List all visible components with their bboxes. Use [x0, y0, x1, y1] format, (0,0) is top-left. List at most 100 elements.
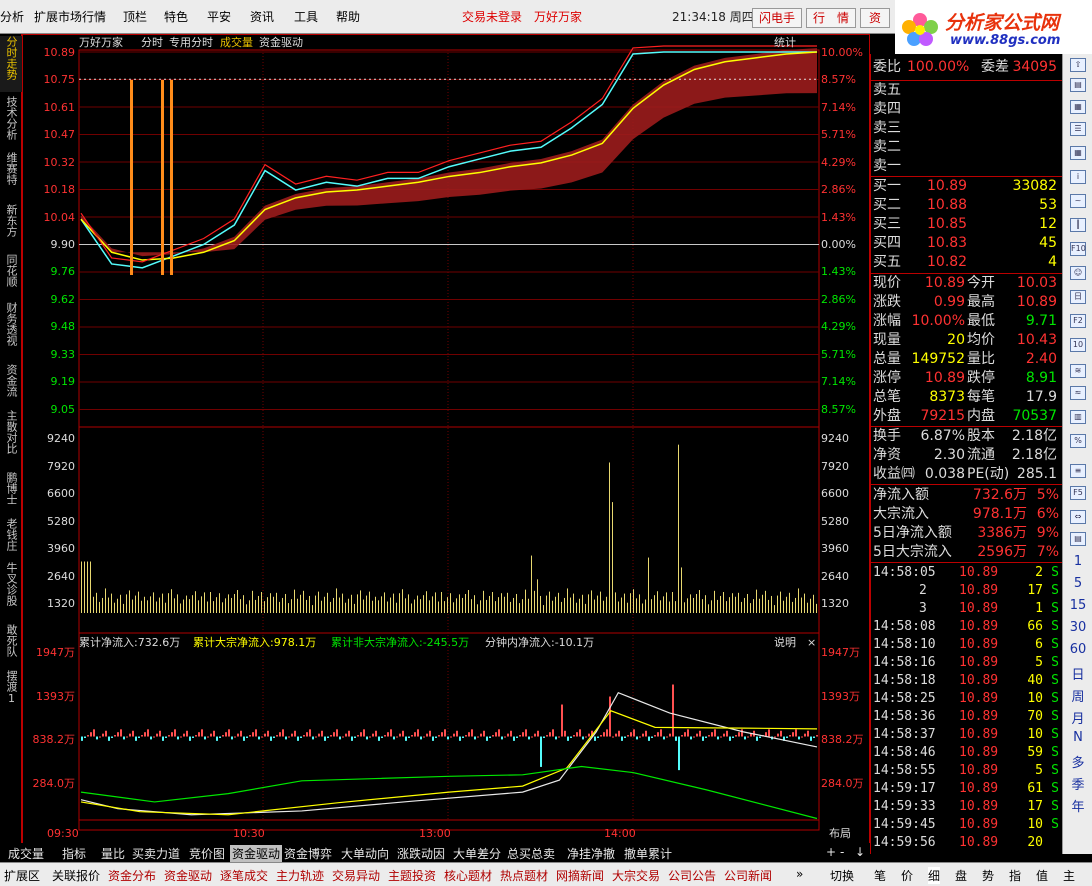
status-tab[interactable]: 扩展区	[4, 867, 40, 884]
flow-note-button[interactable]: 说明	[774, 635, 796, 649]
tab-niucha[interactable]: 牛叉诊股	[0, 562, 22, 618]
bid-row[interactable]: 买一 10.89 33082	[871, 177, 1063, 196]
tab-gansidui[interactable]: 敢死队	[0, 624, 22, 664]
tab-xindongfang[interactable]: 新东方	[0, 204, 22, 244]
status-tab[interactable]: 网摘新闻	[556, 867, 604, 884]
tab-technical[interactable]: 技术分析	[0, 96, 22, 146]
chart-area[interactable]: 万好万家 分时 专用分时 成交量 资金驱动 统计 累计净流入:732.6万 累计…	[22, 34, 870, 854]
chart-icon[interactable]: ▦	[1070, 100, 1086, 114]
indicator-tab[interactable]: 总买总卖	[507, 845, 555, 862]
trade-row[interactable]: 14:59:17 10.89 61 S	[871, 780, 1063, 798]
indicator-tab[interactable]: 净挂净撤	[567, 845, 615, 862]
status-tab[interactable]: 资金分布	[108, 867, 156, 884]
trade-row[interactable]: 3 10.89 1 S	[871, 600, 1063, 618]
menu-features[interactable]: 特色	[164, 8, 188, 25]
f2-icon[interactable]: F2	[1070, 314, 1086, 328]
tab-weisaite[interactable]: 维赛特	[0, 152, 22, 192]
tab-fundflow[interactable]: 资金流	[0, 364, 22, 404]
indicator-tab[interactable]: 指标	[62, 845, 86, 862]
ask-5[interactable]: 卖五	[871, 81, 1063, 100]
candle-icon[interactable]: ┃	[1070, 218, 1086, 232]
trade-row[interactable]: 14:58:46 10.89 59 S	[871, 744, 1063, 762]
side-tab[interactable]: 主	[1063, 867, 1075, 884]
tab-tonghuashun[interactable]: 同花顺	[0, 254, 22, 294]
indicator-tab[interactable]: 撤单累计	[624, 845, 672, 862]
nav-down-icon[interactable]: ↓	[855, 845, 865, 859]
bar-icon[interactable]: ▥	[1070, 410, 1086, 424]
nav-minus-icon[interactable]: -	[840, 845, 844, 859]
trade-row[interactable]: 14:58:18 10.89 40 S	[871, 672, 1063, 690]
list2-icon[interactable]: ≡	[1070, 464, 1086, 478]
ask-2[interactable]: 卖二	[871, 138, 1063, 157]
menu-help[interactable]: 帮助	[336, 8, 360, 25]
tab-intraday[interactable]: 分时走势	[0, 36, 22, 92]
percent-icon[interactable]: %	[1070, 434, 1086, 448]
status-tab[interactable]: 主力轨迹	[276, 867, 324, 884]
menu-extended-market[interactable]: 扩展市场行情	[34, 8, 106, 25]
indicator-tab[interactable]: 大单差分	[453, 845, 501, 862]
indicator-tab[interactable]: 资金驱动	[230, 845, 283, 862]
tab-baidu[interactable]: 摆渡1	[0, 670, 22, 718]
trade-row[interactable]: 2 10.89 17 S	[871, 582, 1063, 600]
page-icon[interactable]: ▤	[1070, 78, 1086, 92]
period-多[interactable]: 多	[1063, 752, 1092, 771]
menu-analysis[interactable]: 分析	[0, 8, 24, 25]
expand-icon[interactable]: ⇔	[1070, 510, 1086, 524]
info-button[interactable]: 资	[860, 8, 890, 28]
indicator-tab[interactable]: 资金博弈	[284, 845, 332, 862]
trade-row[interactable]: 14:58:08 10.89 66 S	[871, 618, 1063, 636]
trade-row[interactable]: 14:58:25 10.89 10 S	[871, 690, 1063, 708]
ask-4[interactable]: 卖四	[871, 100, 1063, 119]
login-status[interactable]: 交易未登录	[462, 8, 522, 25]
ask-3[interactable]: 卖三	[871, 119, 1063, 138]
period-年[interactable]: 年	[1063, 796, 1092, 815]
ask-1[interactable]: 卖一	[871, 157, 1063, 176]
intraday-chart[interactable]: 万好万家 分时 专用分时 成交量 资金驱动 统计 累计净流入:732.6万 累计…	[23, 35, 871, 855]
trade-row[interactable]: 14:58:37 10.89 10 S	[871, 726, 1063, 744]
bid-row[interactable]: 买五 10.82 4	[871, 253, 1063, 272]
header-volume[interactable]: 成交量	[220, 35, 253, 49]
indicator-tab[interactable]: 成交量	[8, 845, 44, 862]
status-tab[interactable]: 热点题材	[500, 867, 548, 884]
f10b-icon[interactable]: 10	[1070, 338, 1086, 352]
period-15[interactable]: 15	[1063, 598, 1092, 613]
f5-icon[interactable]: F5	[1070, 486, 1086, 500]
period-日[interactable]: 日	[1063, 664, 1092, 683]
stock-icon[interactable]: ~	[1070, 194, 1086, 208]
stat-button[interactable]: 统计	[774, 36, 796, 49]
grid-icon[interactable]: ▦	[1070, 146, 1086, 160]
table-icon[interactable]: ▤	[1070, 532, 1086, 546]
period-5[interactable]: 5	[1063, 576, 1092, 591]
bid-row[interactable]: 买二 10.88 53	[871, 196, 1063, 215]
status-tab[interactable]: 关联报价	[52, 867, 100, 884]
indicator-tab[interactable]: 竞价图	[189, 845, 225, 862]
flash-trade-button[interactable]: 闪电手	[752, 8, 802, 28]
trade-row[interactable]: 14:58:36 10.89 70 S	[871, 708, 1063, 726]
side-tab[interactable]: 指	[1009, 867, 1021, 884]
header-special-fenshi[interactable]: 专用分时	[169, 35, 213, 49]
bid-row[interactable]: 买四 10.83 45	[871, 234, 1063, 253]
trade-row[interactable]: 14:58:10 10.89 6 S	[871, 636, 1063, 654]
menu-news[interactable]: 资讯	[250, 8, 274, 25]
tab-laoqianzhuang[interactable]: 老钱庄	[0, 518, 22, 558]
period-周[interactable]: 周	[1063, 686, 1092, 705]
period-月[interactable]: 月	[1063, 708, 1092, 727]
side-tab[interactable]: 值	[1036, 867, 1048, 884]
tab-main-vs-retail[interactable]: 主散对比	[0, 410, 22, 466]
calendar-icon[interactable]: 日	[1070, 290, 1086, 304]
tab-finance[interactable]: 财务透视	[0, 302, 22, 358]
layout-button[interactable]: 布局	[829, 827, 851, 840]
side-tab[interactable]: 笔	[874, 867, 886, 884]
period-季[interactable]: 季	[1063, 774, 1092, 793]
profile-icon[interactable]: ☺	[1070, 266, 1086, 280]
menu-pingan[interactable]: 平安	[207, 8, 231, 25]
bid-row[interactable]: 买三 10.85 12	[871, 215, 1063, 234]
status-tab[interactable]: 大宗交易	[612, 867, 660, 884]
wave2-icon[interactable]: ≈	[1070, 386, 1086, 400]
status-tab[interactable]: 资金驱动	[164, 867, 212, 884]
side-tab[interactable]: 势	[982, 867, 994, 884]
indicator-tab[interactable]: 涨跌动因	[397, 845, 445, 862]
switch-button[interactable]: 切换	[830, 867, 854, 884]
wave-icon[interactable]: ≋	[1070, 364, 1086, 378]
menu-tools[interactable]: 工具	[294, 8, 318, 25]
